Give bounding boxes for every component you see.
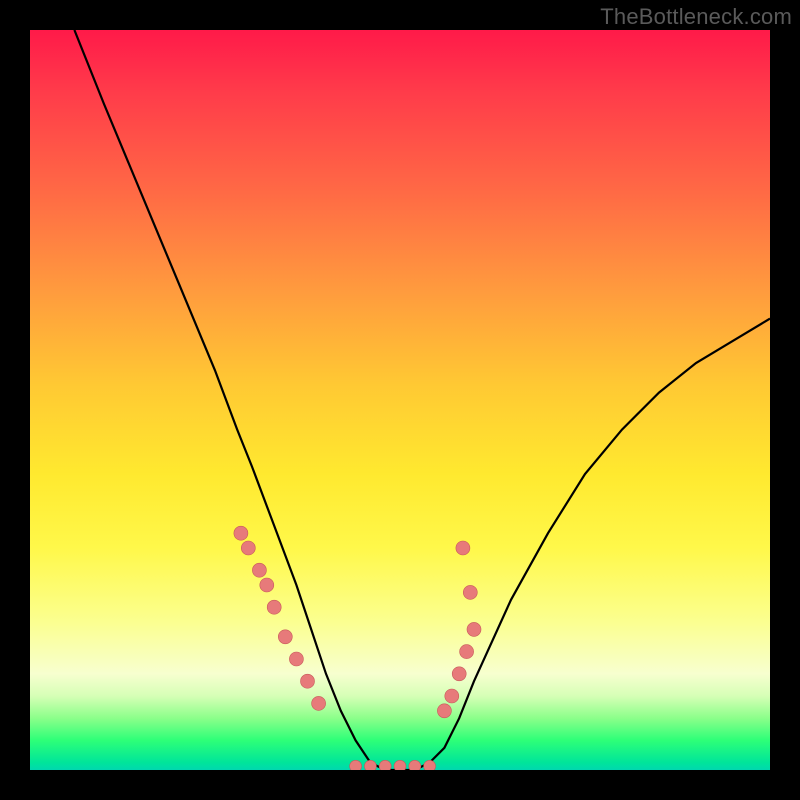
data-dot (312, 696, 326, 710)
plot-area (30, 30, 770, 770)
data-dot (278, 630, 292, 644)
data-dot (379, 760, 391, 770)
data-dot (301, 674, 315, 688)
data-dot (394, 760, 406, 770)
data-dot (424, 760, 436, 770)
data-dot (463, 585, 477, 599)
data-dot (267, 600, 281, 614)
watermark-text: TheBottleneck.com (600, 4, 792, 30)
data-dot (409, 760, 421, 770)
data-dot (467, 622, 481, 636)
data-dot (445, 689, 459, 703)
data-dot (289, 652, 303, 666)
data-dot (260, 578, 274, 592)
data-dot (350, 760, 362, 770)
data-dot (241, 541, 255, 555)
data-dot (234, 526, 248, 540)
data-dot (252, 563, 266, 577)
data-dots (234, 526, 481, 770)
chart-svg (30, 30, 770, 770)
data-dot (437, 704, 451, 718)
data-dot (364, 760, 376, 770)
chart-frame: TheBottleneck.com (0, 0, 800, 800)
data-dot (456, 541, 470, 555)
data-dot (452, 667, 466, 681)
data-dot (460, 645, 474, 659)
bottleneck-curve (74, 30, 770, 770)
